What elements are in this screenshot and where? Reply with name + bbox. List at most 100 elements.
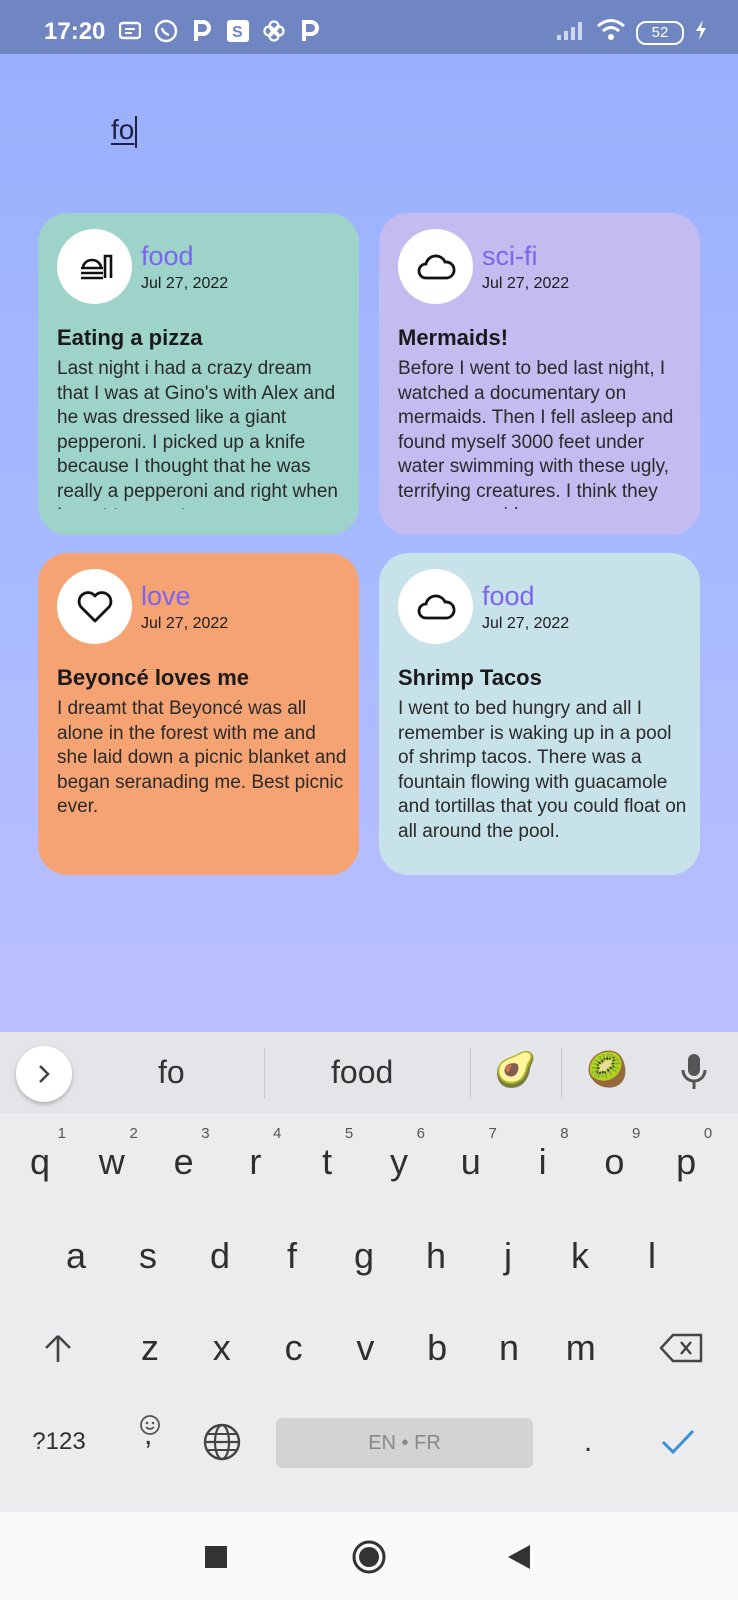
- key-number-hint: 4: [273, 1125, 282, 1142]
- key-k[interactable]: k: [550, 1216, 610, 1296]
- card-body: I went to bed hungry and all I remember …: [398, 698, 687, 842]
- suggestion-strip: fo food 🥑 🥝: [0, 1032, 738, 1114]
- key-label: u: [460, 1141, 481, 1182]
- key-j[interactable]: j: [478, 1216, 538, 1296]
- signal-icon: [556, 19, 586, 46]
- suggestion-item[interactable]: food: [331, 1054, 393, 1091]
- key-w[interactable]: w2: [82, 1122, 142, 1202]
- key-q[interactable]: q1: [10, 1122, 70, 1202]
- p-app-icon: [298, 19, 322, 43]
- key-b[interactable]: b: [407, 1308, 467, 1388]
- language-key[interactable]: [192, 1402, 252, 1482]
- key-x[interactable]: x: [192, 1308, 252, 1388]
- key-g[interactable]: g: [334, 1216, 394, 1296]
- comma-label: ,: [144, 1418, 153, 1451]
- suggestion-divider: [561, 1048, 562, 1098]
- app-screen: fo food Jul 27, 2022 Eating a pizza Last…: [0, 54, 738, 1032]
- search-input[interactable]: fo: [111, 114, 138, 148]
- key-i[interactable]: i8: [513, 1122, 573, 1202]
- checkmark-icon: [661, 1429, 695, 1455]
- key-m[interactable]: m: [551, 1308, 611, 1388]
- key-l[interactable]: l: [622, 1216, 682, 1296]
- key-label: i: [538, 1141, 547, 1182]
- shift-key[interactable]: [28, 1308, 88, 1388]
- key-row-4: ?123 , EN • FR .: [0, 1402, 738, 1482]
- key-a[interactable]: a: [46, 1216, 106, 1296]
- globe-icon: [203, 1423, 241, 1461]
- p-app-icon: [190, 19, 214, 43]
- card-category: food: [141, 241, 194, 271]
- card-title: Eating a pizza: [57, 325, 203, 350]
- key-s[interactable]: s: [118, 1216, 178, 1296]
- key-row-2: asdfghjkl: [0, 1216, 738, 1296]
- key-z[interactable]: z: [120, 1308, 180, 1388]
- dream-card[interactable]: love Jul 27, 2022 Beyoncé loves me I dre…: [38, 553, 359, 875]
- dream-card[interactable]: food Jul 27, 2022 Eating a pizza Last ni…: [38, 213, 359, 535]
- key-o[interactable]: o9: [584, 1122, 644, 1202]
- navigation-bar: [0, 1512, 738, 1600]
- card-category: food: [482, 581, 535, 611]
- period-key[interactable]: .: [558, 1402, 618, 1482]
- key-label: w: [98, 1141, 125, 1182]
- card-body: Last night i had a crazy dream that I wa…: [57, 358, 338, 509]
- whatsapp-icon: [154, 19, 178, 43]
- status-bar: 17:20 S 52: [0, 0, 738, 54]
- key-v[interactable]: v: [335, 1308, 395, 1388]
- dream-card[interactable]: sci-fi Jul 27, 2022 Mermaids! Before I w…: [379, 213, 700, 535]
- key-label: e: [173, 1141, 194, 1182]
- key-r[interactable]: r4: [225, 1122, 285, 1202]
- key-u[interactable]: u7: [441, 1122, 501, 1202]
- status-time: 17:20: [44, 18, 106, 45]
- key-number-hint: 6: [416, 1125, 425, 1142]
- back-icon[interactable]: [506, 1543, 532, 1571]
- key-number-hint: 3: [201, 1125, 210, 1142]
- key-f[interactable]: f: [262, 1216, 322, 1296]
- shift-arrow-icon: [45, 1335, 71, 1362]
- emoji-comma-key[interactable]: ,: [120, 1402, 180, 1482]
- expand-toolbar-button[interactable]: [16, 1046, 72, 1102]
- key-p[interactable]: p0: [656, 1122, 716, 1202]
- microphone-icon[interactable]: [680, 1052, 708, 1097]
- card-category: love: [141, 581, 191, 611]
- key-number-hint: 5: [344, 1125, 354, 1142]
- card-body: Before I went to bed last night, I watch…: [398, 358, 674, 509]
- enter-key[interactable]: [648, 1402, 708, 1482]
- emoji-suggestion[interactable]: 🥝: [586, 1050, 628, 1090]
- recents-icon[interactable]: [205, 1546, 227, 1568]
- dream-card[interactable]: food Jul 27, 2022 Shrimp Tacos I went to…: [379, 553, 700, 875]
- cloud-icon: [398, 229, 473, 304]
- key-t[interactable]: t5: [297, 1122, 357, 1202]
- key-e[interactable]: e3: [154, 1122, 214, 1202]
- key-n[interactable]: n: [479, 1308, 539, 1388]
- space-bar[interactable]: EN • FR: [276, 1418, 533, 1468]
- battery-indicator: 52: [636, 20, 684, 45]
- key-label: y: [390, 1141, 408, 1182]
- home-icon[interactable]: [351, 1539, 387, 1575]
- charging-icon: [694, 19, 708, 46]
- emoji-suggestion[interactable]: 🥑: [494, 1050, 536, 1090]
- card-category: sci-fi: [482, 241, 538, 271]
- key-y[interactable]: y6: [369, 1122, 429, 1202]
- key-d[interactable]: d: [190, 1216, 250, 1296]
- key-row-1: q1w2e3r4t5y6u7i8o9p0: [0, 1122, 738, 1202]
- key-label: p: [676, 1141, 697, 1182]
- wifi-icon: [596, 18, 626, 47]
- food-icon: [57, 229, 132, 304]
- key-label: t: [322, 1141, 333, 1182]
- soft-keyboard: fo food 🥑 🥝 q1w2e3r4t5y6u7i8o9p0 asdfghj…: [0, 1032, 738, 1512]
- suggestion-item[interactable]: fo: [158, 1054, 185, 1091]
- card-title: Beyoncé loves me: [57, 665, 249, 690]
- pinwheel-icon: [262, 19, 286, 43]
- backspace-icon: [659, 1333, 703, 1363]
- suggestion-divider: [264, 1048, 265, 1098]
- key-c[interactable]: c: [264, 1308, 324, 1388]
- notification-icons: S: [118, 19, 322, 43]
- card-date: Jul 27, 2022: [482, 615, 570, 632]
- key-number-hint: 8: [560, 1125, 569, 1142]
- key-h[interactable]: h: [406, 1216, 466, 1296]
- search-input-value: fo: [111, 114, 135, 145]
- symbols-key[interactable]: ?123: [26, 1402, 92, 1482]
- backspace-key[interactable]: [651, 1308, 711, 1388]
- key-number-hint: 2: [129, 1125, 138, 1142]
- heart-icon: [57, 569, 132, 644]
